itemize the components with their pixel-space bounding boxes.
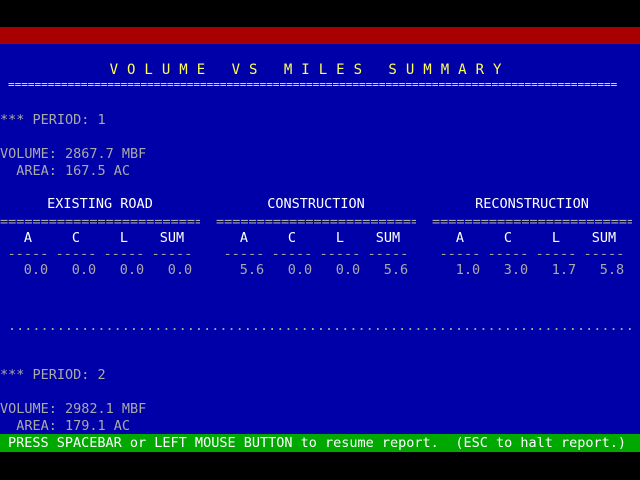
halt-prompt: (ESC to halt report.) [455, 435, 626, 451]
col-dashes: ----- [223, 246, 265, 262]
group-rule: ========================== [432, 214, 632, 230]
group-rule: ========================== [0, 214, 200, 230]
group-title: RECONSTRUCTION [475, 196, 589, 212]
group-rule: ========================== [216, 214, 416, 230]
period-2-area: AREA: 179.1 AC [0, 418, 131, 434]
value-c: 0.0 [71, 262, 97, 278]
col-header: A [239, 230, 249, 246]
col-dashes: ----- [103, 246, 145, 262]
col-header: L [551, 230, 561, 246]
value-c: 0.0 [287, 262, 313, 278]
col-dashes: ----- [367, 246, 409, 262]
value-l: 0.0 [335, 262, 361, 278]
col-header: SUM [159, 230, 185, 246]
value-sum: 5.8 [599, 262, 625, 278]
col-dashes: ----- [7, 246, 49, 262]
period-1-area: AREA: 167.5 AC [0, 163, 131, 179]
col-header: A [455, 230, 465, 246]
col-dashes: ----- [151, 246, 193, 262]
title-divider: ========================================… [8, 80, 618, 90]
period-1-label: *** PERIOD: 1 [0, 112, 106, 128]
value-a: 0.0 [23, 262, 49, 278]
period-2-volume: VOLUME: 2982.1 MBF [0, 401, 147, 417]
period-1-volume: VOLUME: 2867.7 MBF [0, 146, 147, 162]
col-dashes: ----- [55, 246, 97, 262]
value-c: 3.0 [503, 262, 529, 278]
col-dashes: ----- [583, 246, 625, 262]
col-header: A [23, 230, 33, 246]
col-header: SUM [375, 230, 401, 246]
col-dashes: ----- [487, 246, 529, 262]
value-a: 5.6 [239, 262, 265, 278]
value-sum: 0.0 [167, 262, 193, 278]
col-dashes: ----- [535, 246, 577, 262]
top-red-bar [0, 27, 640, 44]
col-header: SUM [591, 230, 617, 246]
dotted-separator: ........................................… [8, 318, 633, 334]
status-bar: PRESS SPACEBAR or LEFT MOUSE BUTTON to r… [0, 434, 640, 452]
col-dashes: ----- [271, 246, 313, 262]
value-l: 0.0 [119, 262, 145, 278]
col-header: L [119, 230, 129, 246]
resume-prompt: PRESS SPACEBAR or LEFT MOUSE BUTTON to r… [8, 435, 439, 451]
value-sum: 5.6 [383, 262, 409, 278]
col-header: L [335, 230, 345, 246]
col-dashes: ----- [439, 246, 481, 262]
report-screen: VOLUME VS MILES SUMMARY ================… [0, 44, 640, 434]
group-title: CONSTRUCTION [267, 196, 365, 212]
value-a: 1.0 [455, 262, 481, 278]
col-header: C [503, 230, 513, 246]
period-2-label: *** PERIOD: 2 [0, 367, 106, 383]
value-l: 1.7 [551, 262, 577, 278]
col-dashes: ----- [319, 246, 361, 262]
col-header: C [287, 230, 297, 246]
group-title: EXISTING ROAD [47, 196, 153, 212]
col-header: C [71, 230, 81, 246]
report-title: VOLUME VS MILES SUMMARY [109, 62, 511, 78]
